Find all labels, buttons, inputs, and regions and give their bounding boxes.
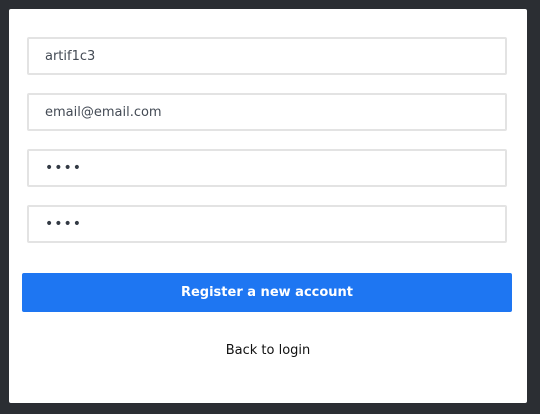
username-field[interactable] [27,37,507,75]
password-field[interactable] [27,149,507,187]
back-to-login-link[interactable]: Back to login [9,343,527,358]
confirm-password-field[interactable] [27,205,507,243]
email-field[interactable] [27,93,507,131]
register-button[interactable]: Register a new account [22,273,512,312]
register-card: Register a new account Back to login [9,9,527,403]
